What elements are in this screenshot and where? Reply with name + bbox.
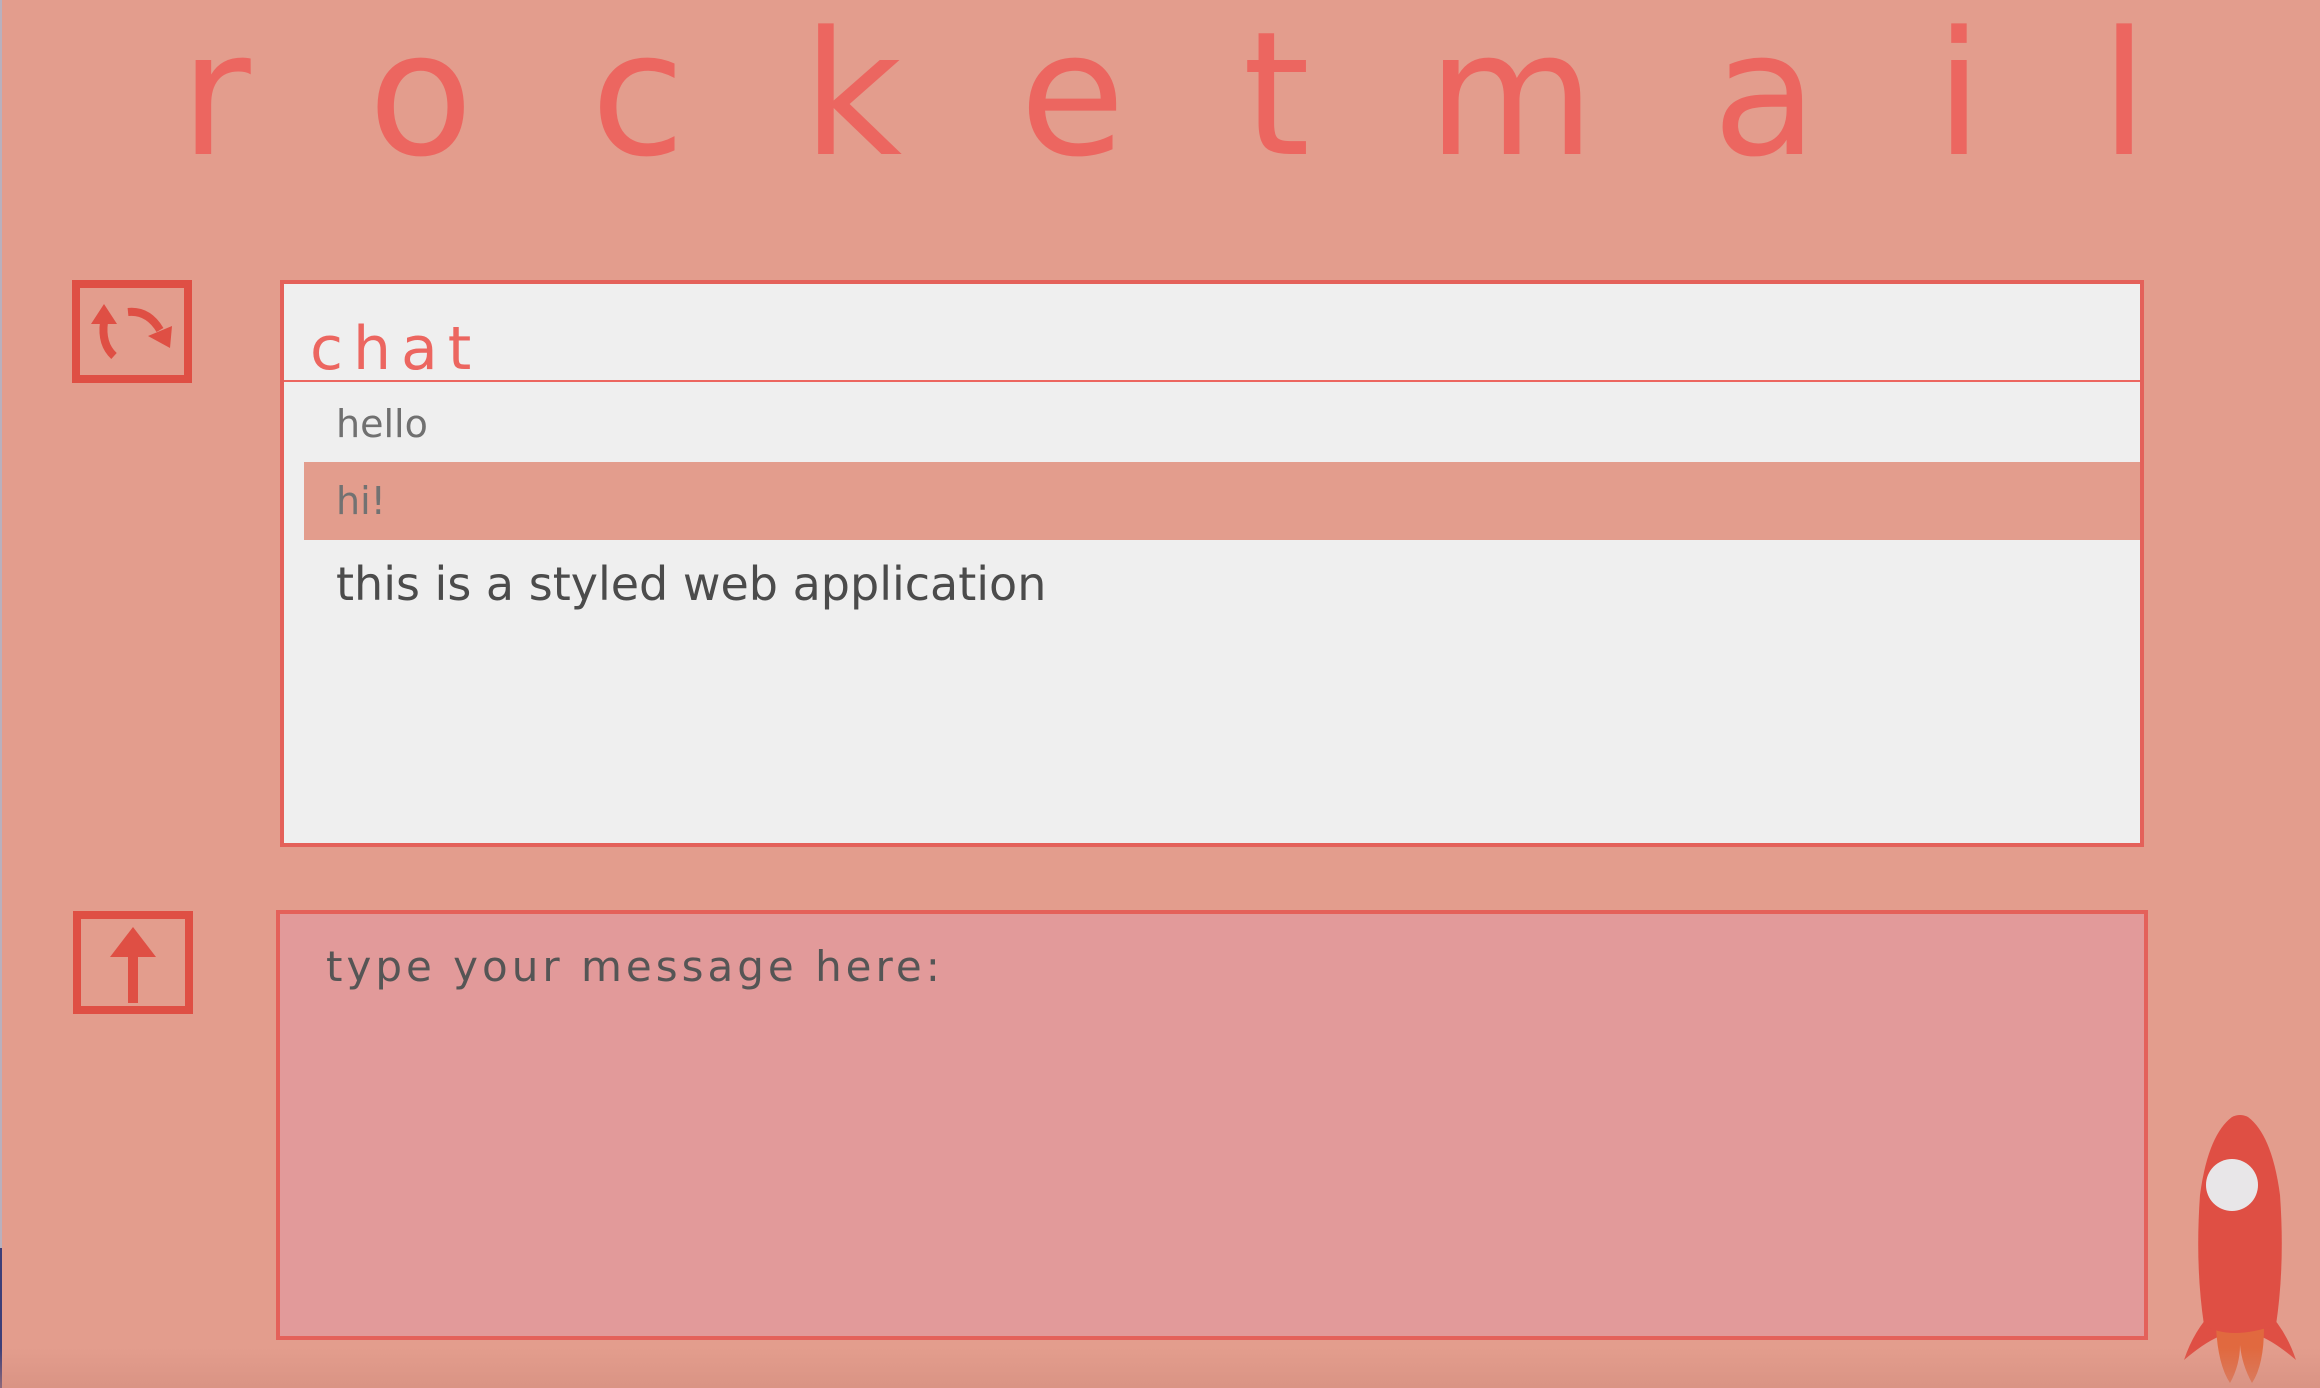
logo-letter: t [1242,0,1311,195]
upload-arrow-icon [110,926,156,1003]
logo-letter: i [1935,0,1983,195]
logo-letter: r [180,0,251,195]
send-button[interactable] [73,911,193,1014]
message-item-highlighted[interactable]: hi! [304,462,2140,540]
window-left-edge [0,0,2,1388]
refresh-icon [91,303,172,359]
logo-letter: m [1427,0,1595,195]
logo-letter: k [802,0,903,195]
message-item[interactable]: hello [304,386,2140,462]
app-logo: r o c k e t m a i l [0,0,2320,195]
logo-letter: o [368,0,474,195]
message-item[interactable]: this is a styled web application [304,544,2140,624]
bottom-shade [0,1348,2320,1388]
logo-letter: l [2100,0,2148,195]
chat-title: chat [310,314,482,384]
chat-header: chat [284,284,2140,384]
logo-letter: a [1712,0,1818,195]
refresh-button[interactable] [72,280,192,383]
logo-letter: e [1019,0,1126,195]
message-input[interactable] [276,910,2148,1340]
chat-panel[interactable]: chat hello hi! this is a styled web appl… [280,280,2144,847]
logo-letter: c [590,0,686,195]
